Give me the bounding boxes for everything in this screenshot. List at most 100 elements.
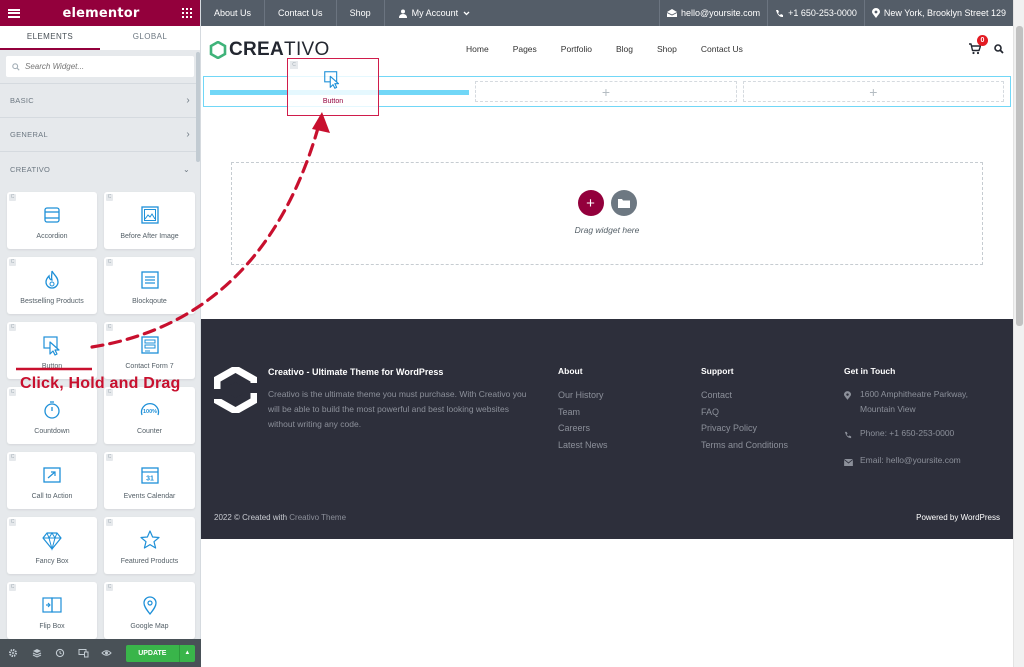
add-widget-plus-icon[interactable]: + [602,84,610,100]
column-2-empty[interactable]: + [475,81,737,102]
widget-before-after-image[interactable]: C Before After Image [104,192,195,249]
footer-touch-column: Get in Touch 1600 Amphitheatre Parkway, … [843,366,994,480]
brand-name-bold: CREA [229,39,285,60]
footer-link-terms[interactable]: Terms and Conditions [701,437,788,454]
elementor-logo: elementor [62,5,140,21]
footer-email[interactable]: Email: hello@yoursite.com [843,453,994,471]
widget-label: Fancy Box [35,558,69,565]
pro-badge: C [290,61,298,69]
footer-copyright: 2022 © Created with Creativo Theme [214,513,346,522]
widget-google-map[interactable]: C Google Map [104,582,195,639]
site-topbar: About Us Contact Us Shop My Account hell… [201,0,1013,26]
pro-badge: C [106,194,113,201]
widget-flip-box[interactable]: C Flip Box [7,582,97,639]
widget-label: Button [41,363,63,370]
widget-label: Counter [137,428,162,435]
update-button[interactable]: UPDATE [125,644,179,662]
history-icon[interactable] [53,646,67,661]
panel-footer: UPDATE ▲ [0,639,201,667]
empty-section-drop-zone[interactable]: + Drag widget here [231,162,983,265]
footer-phone[interactable]: Phone: +1 650-253-0000 [844,426,994,444]
nav-blog[interactable]: Blog [604,44,645,54]
topbar-email[interactable]: hello@yoursite.com [658,0,767,26]
chevron-down-icon [463,11,470,15]
flip-box-icon [42,597,62,613]
responsive-icon[interactable] [76,646,90,661]
widget-blockquote[interactable]: C Blockqoute [104,257,195,314]
panel-tabs: ELEMENTS GLOBAL [0,26,200,50]
footer-link-team[interactable]: Team [558,404,608,421]
menu-icon[interactable] [8,8,20,18]
footer-link-latest-news[interactable]: Latest News [558,437,608,454]
topbar-link-about[interactable]: About Us [201,0,266,26]
dragged-widget-ghost[interactable]: C Button [287,58,379,116]
footer-link-our-history[interactable]: Our History [558,387,608,404]
pro-badge: C [106,324,113,331]
tab-global[interactable]: GLOBAL [100,26,200,50]
footer-link-faq[interactable]: FAQ [701,404,788,421]
add-section-plus-icon[interactable]: + [577,190,604,216]
footer-link-contact[interactable]: Contact [701,387,788,404]
footer-logo-icon [214,367,257,413]
widget-call-to-action[interactable]: C Call to Action [7,452,97,509]
widget-events-calendar[interactable]: C 31 Events Calendar [104,452,195,509]
page-scrollbar[interactable] [1013,0,1024,667]
caret-up-icon[interactable]: ▲ [178,644,196,662]
nav-home[interactable]: Home [454,44,501,54]
search-icon[interactable] [994,44,1004,54]
widget-bestselling-products[interactable]: C Bestselling Products [7,257,97,314]
blockquote-icon [140,271,159,289]
topbar-link-shop[interactable]: Shop [337,0,385,26]
column-3-empty[interactable]: + [742,81,1004,102]
widget-accordion[interactable]: C Accordion [7,192,97,249]
copyright-theme-link[interactable]: Creativo Theme [289,513,346,522]
category-general[interactable]: GENERAL › [0,118,200,152]
nav-portfolio[interactable]: Portfolio [549,44,604,54]
svg-text:31: 31 [146,476,154,483]
category-label: GENERAL [10,130,48,139]
nav-contact-us[interactable]: Contact Us [689,44,755,54]
cursor-icon [43,336,60,356]
widgets-grid-icon[interactable] [181,8,192,18]
creativo-logo-icon [209,41,227,59]
widget-countdown[interactable]: C Countdown [7,387,97,444]
nav-shop[interactable]: Shop [645,44,689,54]
panel-header: elementor [0,0,200,26]
navigator-icon[interactable] [29,646,43,661]
topbar-contact-info: hello@yoursite.com +1 650-253-0000 New Y… [658,0,1013,26]
topbar-email-text: hello@yoursite.com [680,8,761,18]
widget-contact-form-7[interactable]: C Contact Form 7 [104,322,195,379]
nav-pages[interactable]: Pages [501,44,549,54]
search-widget-input[interactable] [25,62,185,71]
pro-badge: C [9,324,16,331]
category-basic[interactable]: BASIC › [0,84,200,118]
preview-eye-icon[interactable] [100,646,114,661]
dragged-widget-label: Button [322,98,344,105]
category-label: BASIC [10,96,35,105]
footer-about-heading: About [558,366,583,376]
settings-icon[interactable] [6,646,20,661]
footer-about-column: About Our History Team Careers Latest Ne… [558,366,608,454]
category-creativo[interactable]: CREATIVO ⌄ [0,152,200,186]
topbar-phone-text: +1 650-253-0000 [788,8,857,18]
footer-link-privacy-policy[interactable]: Privacy Policy [701,420,788,437]
phone-icon [776,9,784,17]
site-footer: Creativo - Ultimate Theme for WordPress … [201,319,1013,539]
template-folder-icon[interactable] [610,190,637,216]
my-account-dropdown[interactable]: My Account [385,0,485,26]
footer-touch-heading: Get in Touch [844,366,896,376]
add-widget-plus-icon[interactable]: + [869,84,877,100]
panel-scrollbar[interactable] [196,52,200,162]
footer-powered-by[interactable]: Powered by WordPress [916,513,1000,522]
widget-button[interactable]: C Button [7,322,97,379]
footer-support-column: Support Contact FAQ Privacy Policy Terms… [701,366,788,454]
widget-counter[interactable]: C 100% Counter [104,387,195,444]
widget-featured-products[interactable]: C Featured Products [104,517,195,574]
widget-fancy-box[interactable]: C Fancy Box [7,517,97,574]
elementor-panel: elementor ELEMENTS GLOBAL BASIC › GENERA… [0,0,201,667]
topbar-phone[interactable]: +1 650-253-0000 [767,0,864,26]
footer-link-careers[interactable]: Careers [558,420,608,437]
diamond-icon [42,532,62,551]
topbar-link-contact[interactable]: Contact Us [265,0,337,26]
tab-elements[interactable]: ELEMENTS [0,26,100,50]
